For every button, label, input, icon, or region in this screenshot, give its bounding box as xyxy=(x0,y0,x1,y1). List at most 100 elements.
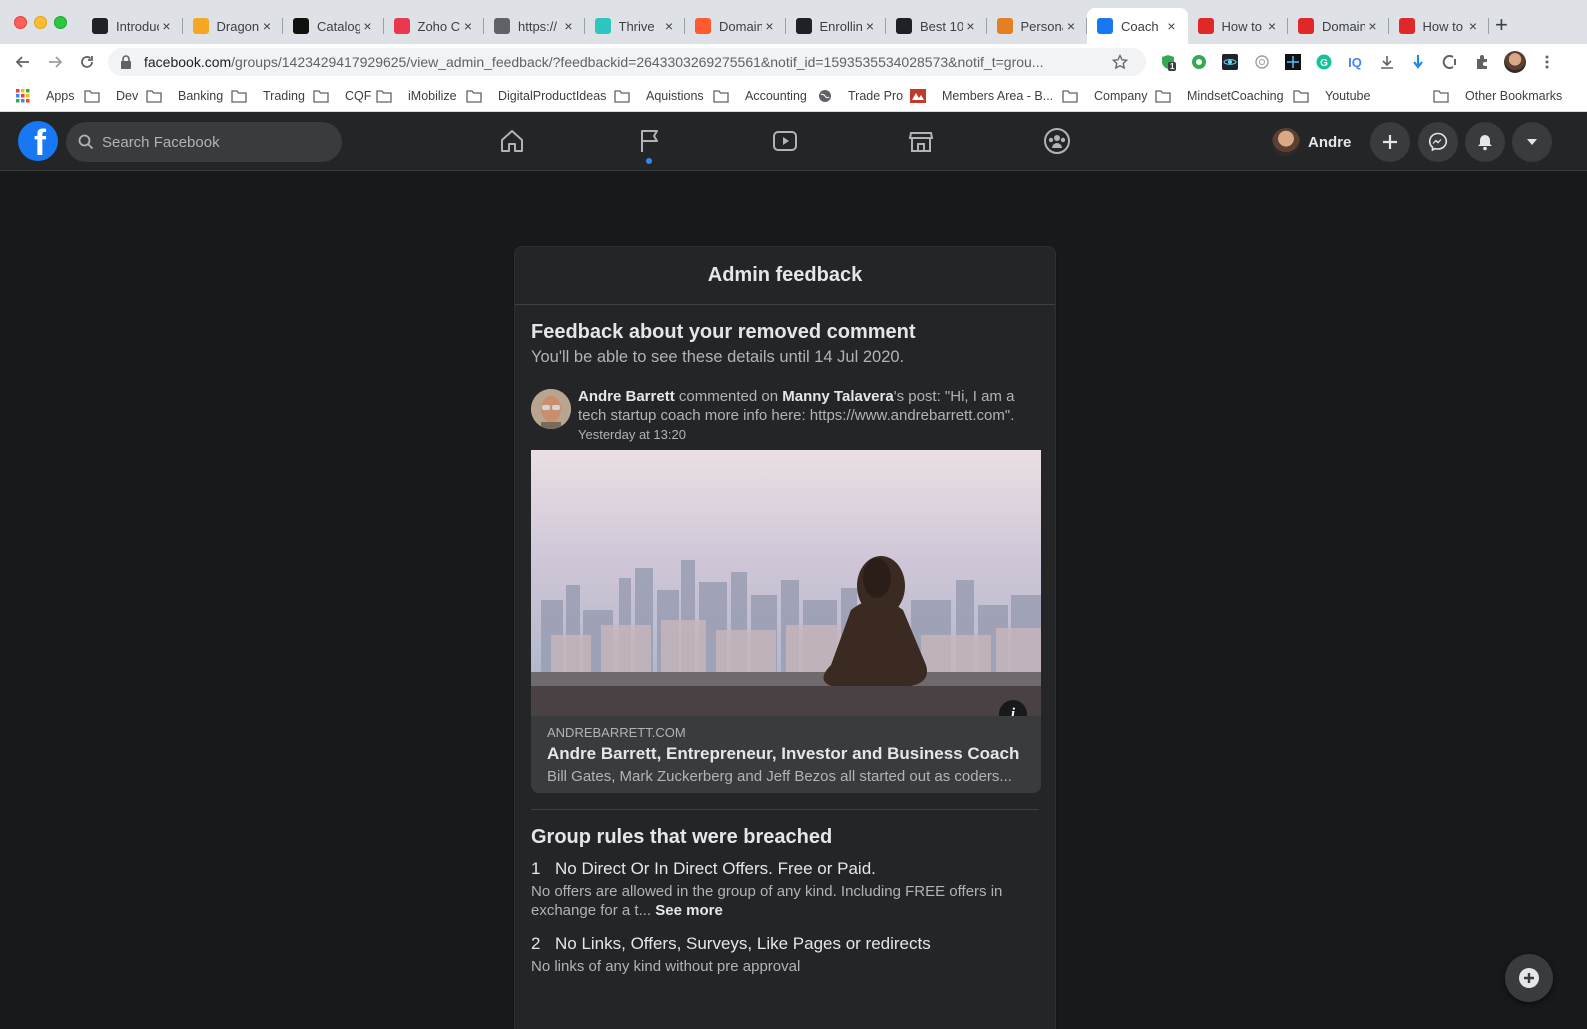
grammarly-extension-icon[interactable]: G xyxy=(1315,53,1333,71)
home-nav-button[interactable] xyxy=(492,124,532,158)
close-icon[interactable]: × xyxy=(360,18,376,34)
messenger-button[interactable] xyxy=(1418,122,1458,162)
bookmark-item[interactable]: Trade Pro xyxy=(818,86,903,106)
facebook-logo[interactable]: f xyxy=(18,121,58,161)
watch-nav-button[interactable] xyxy=(765,124,805,158)
create-button[interactable] xyxy=(1370,122,1410,162)
bookmark-item[interactable]: Accounting xyxy=(713,86,807,106)
reload-button[interactable] xyxy=(75,50,99,74)
groups-nav-button[interactable] xyxy=(1037,124,1077,158)
bookmark-item[interactable]: Youtube xyxy=(1293,86,1370,106)
comment-timestamp[interactable]: Yesterday at 13:20 xyxy=(578,427,1039,442)
marketplace-nav-button[interactable] xyxy=(901,124,941,158)
browser-tab[interactable]: Thrive × xyxy=(585,8,686,44)
new-tab-button[interactable]: + xyxy=(1495,12,1508,38)
bookmark-item[interactable]: Other Bookmarks xyxy=(1433,86,1562,106)
pages-nav-button[interactable] xyxy=(629,124,669,158)
arrow-down-extension-icon[interactable] xyxy=(1409,53,1427,71)
close-icon[interactable]: × xyxy=(1365,18,1381,34)
browser-tab[interactable]: Catalog × xyxy=(283,8,384,44)
comment-author[interactable]: Andre Barrett xyxy=(578,388,675,405)
browser-tab[interactable]: Best 10 × xyxy=(886,8,987,44)
browser-tab[interactable]: Domain × xyxy=(1288,8,1389,44)
close-icon[interactable]: × xyxy=(460,18,476,34)
close-icon[interactable]: × xyxy=(159,18,175,34)
sparkle-extension-icon[interactable] xyxy=(1284,53,1302,71)
browser-tab[interactable]: How to × xyxy=(1389,8,1490,44)
close-icon[interactable]: × xyxy=(862,18,878,34)
bookmark-item[interactable]: Dev xyxy=(84,86,138,106)
compose-icon xyxy=(1519,968,1539,988)
minimize-window-button[interactable] xyxy=(34,16,47,29)
browser-tab[interactable]: Enrolling× xyxy=(786,8,887,44)
browser-tab[interactable]: Zoho C × xyxy=(384,8,485,44)
search-box[interactable] xyxy=(66,122,342,162)
star-icon[interactable] xyxy=(1112,54,1128,70)
c-extension-icon[interactable] xyxy=(1441,53,1459,71)
search-input[interactable] xyxy=(102,133,322,151)
react-extension-icon[interactable] xyxy=(1221,53,1239,71)
back-button[interactable] xyxy=(11,50,35,74)
bookmark-label: DigitalProductIdeas xyxy=(498,89,607,103)
rule-item: 2 No Links, Offers, Surveys, Like Pages o… xyxy=(531,934,1039,976)
tab-title: Enrolling xyxy=(819,18,863,34)
home-icon xyxy=(501,130,523,152)
close-icon[interactable]: × xyxy=(1164,18,1180,34)
bookmark-item[interactable]: Company xyxy=(1062,86,1148,106)
bookmark-item[interactable]: DigitalProductIdeas xyxy=(466,86,606,106)
close-icon[interactable]: × xyxy=(561,18,577,34)
bookmark-item[interactable]: Trading xyxy=(231,86,305,106)
shield-extension-icon[interactable]: 1 xyxy=(1159,53,1177,71)
close-icon[interactable]: × xyxy=(1465,18,1481,34)
link-preview[interactable]: i ANDREBARRETT.COM Andre Barrett, Entrep… xyxy=(531,450,1041,793)
svg-text:G: G xyxy=(1320,58,1328,69)
browser-tab[interactable]: How to × xyxy=(1188,8,1289,44)
folder-icon xyxy=(376,89,400,103)
new-message-button[interactable] xyxy=(1505,954,1553,1002)
bookmark-item[interactable]: Members Area - B... xyxy=(910,86,1053,106)
profile-name: Andre xyxy=(1308,133,1352,151)
browser-tab[interactable]: Domain × xyxy=(685,8,786,44)
close-icon[interactable]: × xyxy=(762,18,778,34)
see-more-link[interactable]: See more xyxy=(655,902,723,919)
kebab-menu-icon[interactable] xyxy=(1538,53,1556,71)
bookmark-item[interactable]: CQF xyxy=(313,86,371,106)
profile-link[interactable]: Andre xyxy=(1272,124,1351,160)
download-icon[interactable] xyxy=(1378,53,1396,71)
close-icon[interactable]: × xyxy=(1264,18,1280,34)
close-icon[interactable]: × xyxy=(1063,18,1079,34)
account-menu-button[interactable] xyxy=(1512,122,1552,162)
close-icon[interactable]: × xyxy=(661,18,677,34)
bookmark-label: Dev xyxy=(116,89,139,103)
address-bar[interactable]: facebook.com/groups/1423429417929625/vie… xyxy=(108,48,1146,76)
commenter-avatar[interactable] xyxy=(531,389,571,429)
terminal-icon xyxy=(795,18,812,34)
bookmark-item[interactable]: Aquistions xyxy=(614,86,704,106)
browser-tab[interactable]: Dragon × xyxy=(183,8,284,44)
bookmark-item[interactable]: MindsetCoaching xyxy=(1155,86,1284,106)
spiral-extension-icon[interactable] xyxy=(1253,53,1271,71)
bookmark-item[interactable]: iMobilize xyxy=(376,86,457,106)
url-path: /groups/1423429417929625/view_admin_feed… xyxy=(231,54,1044,70)
browser-tab[interactable]: https://× xyxy=(484,8,585,44)
post-author[interactable]: Manny Talavera xyxy=(782,388,893,405)
browser-tab[interactable]: Coach × xyxy=(1087,8,1188,44)
puzzle-icon[interactable] xyxy=(1473,53,1491,71)
notifications-button[interactable] xyxy=(1465,122,1505,162)
bookmark-item[interactable]: Apps xyxy=(16,86,75,106)
browser-tab[interactable]: Personal× xyxy=(987,8,1088,44)
forward-button[interactable] xyxy=(43,50,67,74)
bookmark-item[interactable]: Banking xyxy=(146,86,223,106)
close-icon[interactable]: × xyxy=(963,18,979,34)
profile-avatar[interactable] xyxy=(1504,51,1526,73)
rules-title: Group rules that were breached xyxy=(531,826,833,848)
close-window-button[interactable] xyxy=(14,16,27,29)
tab-title: How to xyxy=(1422,18,1463,34)
browser-tab-strip: Introduction×Dragon×Catalog×Zoho C×https… xyxy=(0,0,1587,44)
close-icon[interactable]: × xyxy=(259,18,275,34)
iq-extension-icon[interactable]: IQ xyxy=(1346,53,1364,71)
circle-extension-icon[interactable] xyxy=(1190,53,1208,71)
browser-tab[interactable]: Introduction× xyxy=(82,8,183,44)
fullscreen-window-button[interactable] xyxy=(54,16,67,29)
tab-title: How to xyxy=(1221,18,1262,34)
